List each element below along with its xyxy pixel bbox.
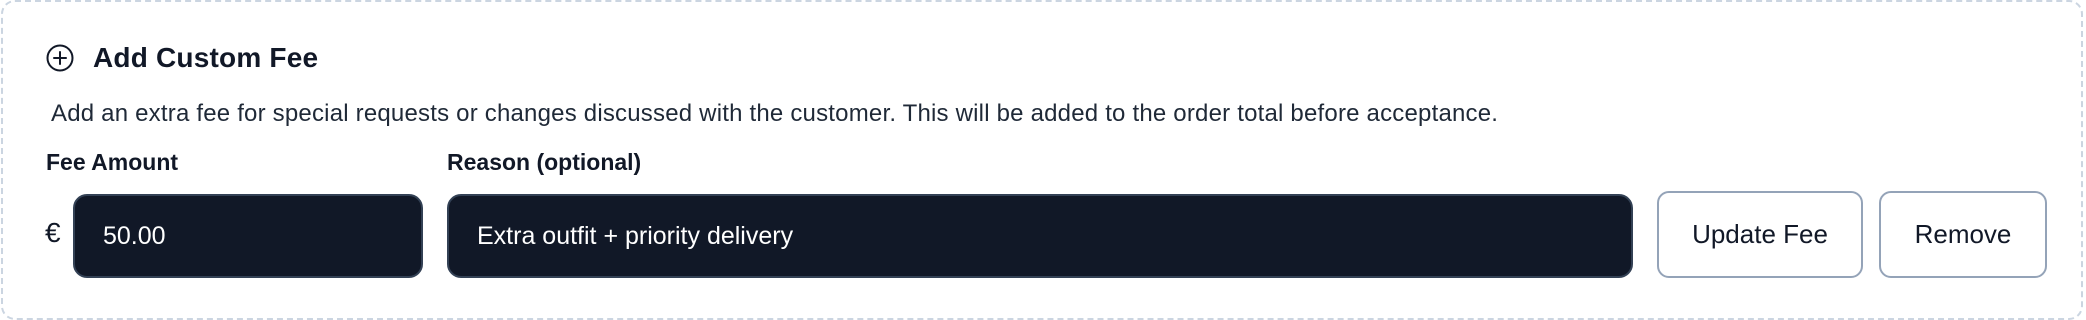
reason-input[interactable] <box>447 194 1633 278</box>
section-header: Add Custom Fee <box>45 40 318 76</box>
fee-amount-input[interactable] <box>73 194 423 278</box>
remove-button[interactable]: Remove <box>1879 191 2047 278</box>
reason-label: Reason (optional) <box>447 149 642 175</box>
section-description: Add an extra fee for special requests or… <box>51 100 1499 127</box>
fee-amount-label: Fee Amount <box>46 149 179 175</box>
plus-circle-icon <box>46 44 74 72</box>
currency-symbol: € <box>45 217 61 248</box>
update-fee-button[interactable]: Update Fee <box>1657 191 1863 278</box>
section-title: Add Custom Fee <box>93 42 319 73</box>
custom-fee-panel: Add Custom Fee Add an extra fee for spec… <box>1 0 2083 320</box>
